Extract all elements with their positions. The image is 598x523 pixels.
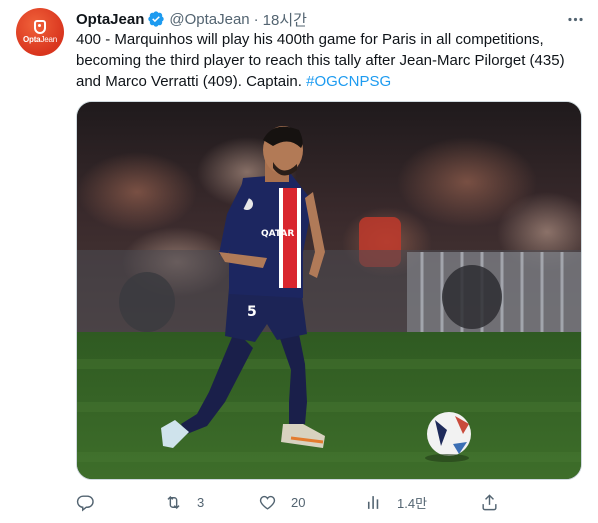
separator-dot: · xyxy=(253,10,259,28)
heart-icon xyxy=(259,495,276,510)
avatar-logo-text: OptaJean xyxy=(23,35,57,44)
display-name[interactable]: OptaJean xyxy=(76,11,144,28)
share-icon xyxy=(482,493,497,510)
opta-logo-icon xyxy=(34,20,46,34)
retweet-icon xyxy=(167,495,180,509)
analytics-icon xyxy=(367,495,379,509)
timestamp[interactable]: 18시간 xyxy=(263,9,307,30)
like-count: 20 xyxy=(291,494,306,510)
like-button[interactable]: 20 xyxy=(258,488,305,516)
views-count: 1.4만 xyxy=(397,495,428,511)
handle[interactable]: @OptaJean xyxy=(169,11,249,28)
tweet[interactable]: OptaJean OptaJean @OptaJean · 18시간 400 -… xyxy=(0,0,598,523)
share-button[interactable] xyxy=(480,488,513,516)
hashtag-link[interactable]: #OGCNPSG xyxy=(306,73,391,90)
tweet-photo[interactable]: 5 QATAR xyxy=(76,101,582,480)
reply-icon xyxy=(76,494,94,511)
shorts-number: 5 xyxy=(247,304,257,320)
retweet-button[interactable]: 3 xyxy=(164,488,204,516)
reply-button[interactable] xyxy=(76,488,109,516)
tweet-text: 400 - Marquinhos will play his 400th gam… xyxy=(76,29,584,92)
verified-badge-icon xyxy=(148,11,165,27)
jersey-sponsor: QATAR xyxy=(261,229,294,239)
soccer-player-photo: 5 QATAR xyxy=(77,102,581,479)
more-options-icon[interactable] xyxy=(564,8,586,30)
retweet-count: 3 xyxy=(197,494,205,510)
tweet-header: OptaJean @OptaJean · 18시간 xyxy=(76,9,586,29)
tweet-actions: 3 20 1.4만 xyxy=(76,488,584,516)
avatar[interactable]: OptaJean xyxy=(16,8,64,56)
views-button[interactable]: 1.4만 xyxy=(364,488,427,516)
